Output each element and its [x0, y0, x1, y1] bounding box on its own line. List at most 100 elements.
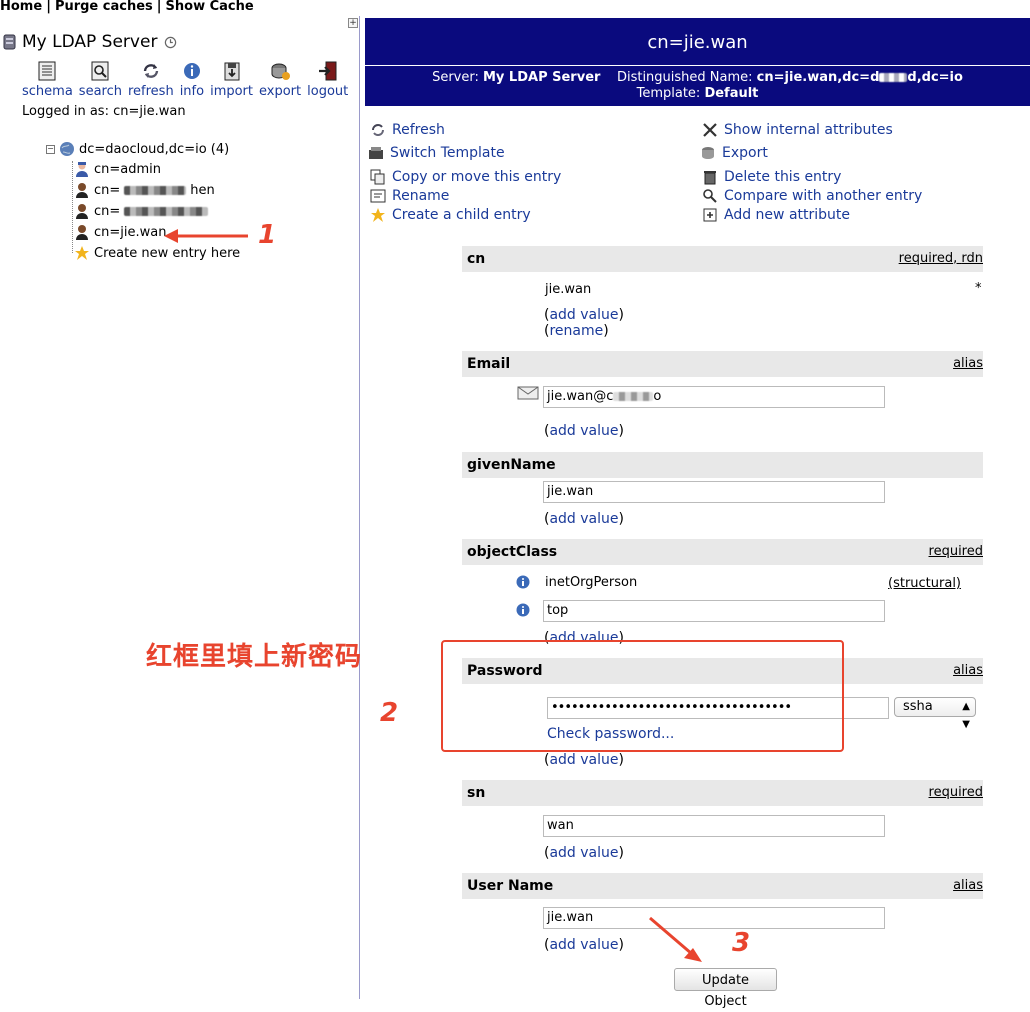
entry-title: cn=jie.wan: [647, 32, 748, 53]
tools-icon: [703, 123, 717, 137]
schema-icon: [38, 61, 56, 81]
server-icon: [3, 34, 16, 50]
email-add-value-link[interactable]: (add value): [544, 423, 624, 439]
template-icon: [369, 147, 383, 159]
show-internal-attributes-action[interactable]: Show internal attributes: [702, 122, 893, 138]
username-add-value-link[interactable]: (add value): [544, 937, 624, 953]
compare-icon: [703, 189, 717, 203]
clock-icon[interactable]: [164, 36, 177, 49]
user-admin-icon: [76, 162, 88, 177]
annotation-number-3: 3: [732, 928, 751, 958]
annotation-number-1: 1: [258, 220, 277, 250]
copy-move-action[interactable]: Copy or move this entry: [370, 169, 561, 185]
import-button[interactable]: import: [210, 60, 253, 99]
trash-icon: [704, 171, 716, 185]
add-attribute-action[interactable]: Add new attribute: [702, 207, 850, 223]
logged-in-as: Logged in as: cn=jie.wan: [22, 104, 186, 119]
attr-header-givenname: givenName: [462, 452, 983, 478]
collapse-toggle[interactable]: −: [46, 144, 55, 154]
tree-item-admin[interactable]: cn=admin: [74, 159, 161, 179]
server-toolbar: schema search refresh info import export…: [22, 60, 348, 99]
password-encoding-select[interactable]: ssha ▲ ▼: [894, 697, 976, 730]
globe-icon: [60, 142, 74, 156]
cn-value: jie.wan: [545, 282, 592, 297]
show-cache-link[interactable]: Show Cache: [166, 0, 254, 14]
server-name: My LDAP Server: [22, 32, 158, 52]
email-field[interactable]: jie.wan@c o: [543, 386, 885, 408]
expand-frame-button[interactable]: +: [348, 18, 358, 28]
logout-icon: [318, 61, 337, 81]
sn-field[interactable]: wan: [543, 815, 885, 837]
annotation-highlight-box: [441, 640, 844, 752]
tree-item-jie-wan[interactable]: cn=jie.wan: [74, 222, 166, 242]
home-link[interactable]: Home: [0, 0, 42, 14]
logout-button[interactable]: logout: [307, 60, 348, 99]
top-nav: Home | Purge caches | Show Cache: [0, 0, 360, 14]
search-button[interactable]: search: [79, 60, 122, 99]
annotation-number-2: 2: [380, 698, 399, 728]
export-action[interactable]: Export: [700, 145, 768, 161]
givenname-add-value-link[interactable]: (add value): [544, 511, 624, 527]
update-object-button[interactable]: Update Object: [674, 968, 777, 1009]
mail-icon[interactable]: [517, 386, 539, 400]
attr-header-username: User Name alias: [462, 873, 983, 899]
import-icon: [224, 62, 240, 81]
tree-connector: [72, 161, 73, 253]
tree-item-user[interactable]: cn= hen: [74, 180, 215, 200]
tree-root-label[interactable]: dc=daocloud,dc=io (4): [79, 142, 229, 157]
redacted-text: [124, 206, 209, 216]
info-button[interactable]: info: [180, 60, 204, 99]
entry-meta: Server: My LDAP Server Distinguished Nam…: [432, 70, 963, 101]
separator: |: [156, 0, 162, 14]
refresh-button[interactable]: refresh: [128, 60, 174, 99]
refresh-action[interactable]: Refresh: [370, 122, 445, 138]
star-icon: [371, 208, 385, 222]
user-icon: [76, 183, 88, 198]
attr-header-sn: sn required: [462, 780, 983, 806]
rename-icon: [370, 189, 386, 203]
switch-template-action[interactable]: Switch Template: [368, 145, 505, 161]
star-icon: [75, 246, 89, 260]
cn-rename-link[interactable]: (rename): [544, 323, 609, 339]
cn-add-value-link[interactable]: (add value): [544, 307, 624, 323]
select-arrow-icon: ▲ ▼: [962, 701, 970, 730]
objectclass-value: inetOrgPerson: [545, 575, 638, 590]
redacted-text: [124, 185, 187, 195]
user-icon: [76, 204, 88, 219]
create-child-action[interactable]: Create a child entry: [370, 207, 531, 223]
annotation-hint: 红框里填上新密码: [146, 642, 363, 672]
create-new-entry-link[interactable]: Create new entry here: [74, 243, 240, 263]
compare-entry-action[interactable]: Compare with another entry: [702, 188, 922, 204]
attr-flags: required, rdn: [898, 251, 983, 266]
attr-header-cn: cn required, rdn: [462, 246, 983, 272]
givenname-field[interactable]: jie.wan: [543, 481, 885, 503]
user-icon: [76, 225, 88, 240]
tree-item-user[interactable]: cn=: [74, 201, 209, 221]
server-title[interactable]: My LDAP Server: [2, 32, 177, 52]
rdn-marker: *: [975, 281, 982, 296]
password-add-value-link[interactable]: (add value): [544, 752, 624, 768]
sn-add-value-link[interactable]: (add value): [544, 845, 624, 861]
export-button[interactable]: export: [259, 60, 301, 99]
username-field[interactable]: jie.wan: [543, 907, 885, 929]
add-attribute-icon: [703, 208, 717, 222]
refresh-icon: [143, 64, 159, 78]
separator: |: [46, 0, 51, 14]
info-icon: [183, 63, 200, 79]
entry-header: cn=jie.wan Server: My LDAP Server Distin…: [365, 18, 1030, 106]
info-icon[interactable]: [516, 575, 530, 589]
structural-label: (structural): [888, 576, 962, 591]
export-icon: [271, 63, 291, 80]
tree-root[interactable]: − dc=daocloud,dc=io (4): [46, 139, 229, 159]
schema-button[interactable]: schema: [22, 60, 73, 99]
rename-action[interactable]: Rename: [370, 188, 449, 204]
annotation-arrow-1: [164, 229, 248, 243]
attr-header-objectclass: objectClass required: [462, 539, 983, 565]
refresh-icon: [372, 124, 384, 136]
delete-entry-action[interactable]: Delete this entry: [702, 169, 841, 185]
purge-caches-link[interactable]: Purge caches: [55, 0, 153, 14]
objectclass-field[interactable]: top: [543, 600, 885, 622]
copy-icon: [370, 169, 385, 185]
export-icon: [702, 147, 714, 159]
info-icon[interactable]: [516, 603, 530, 617]
